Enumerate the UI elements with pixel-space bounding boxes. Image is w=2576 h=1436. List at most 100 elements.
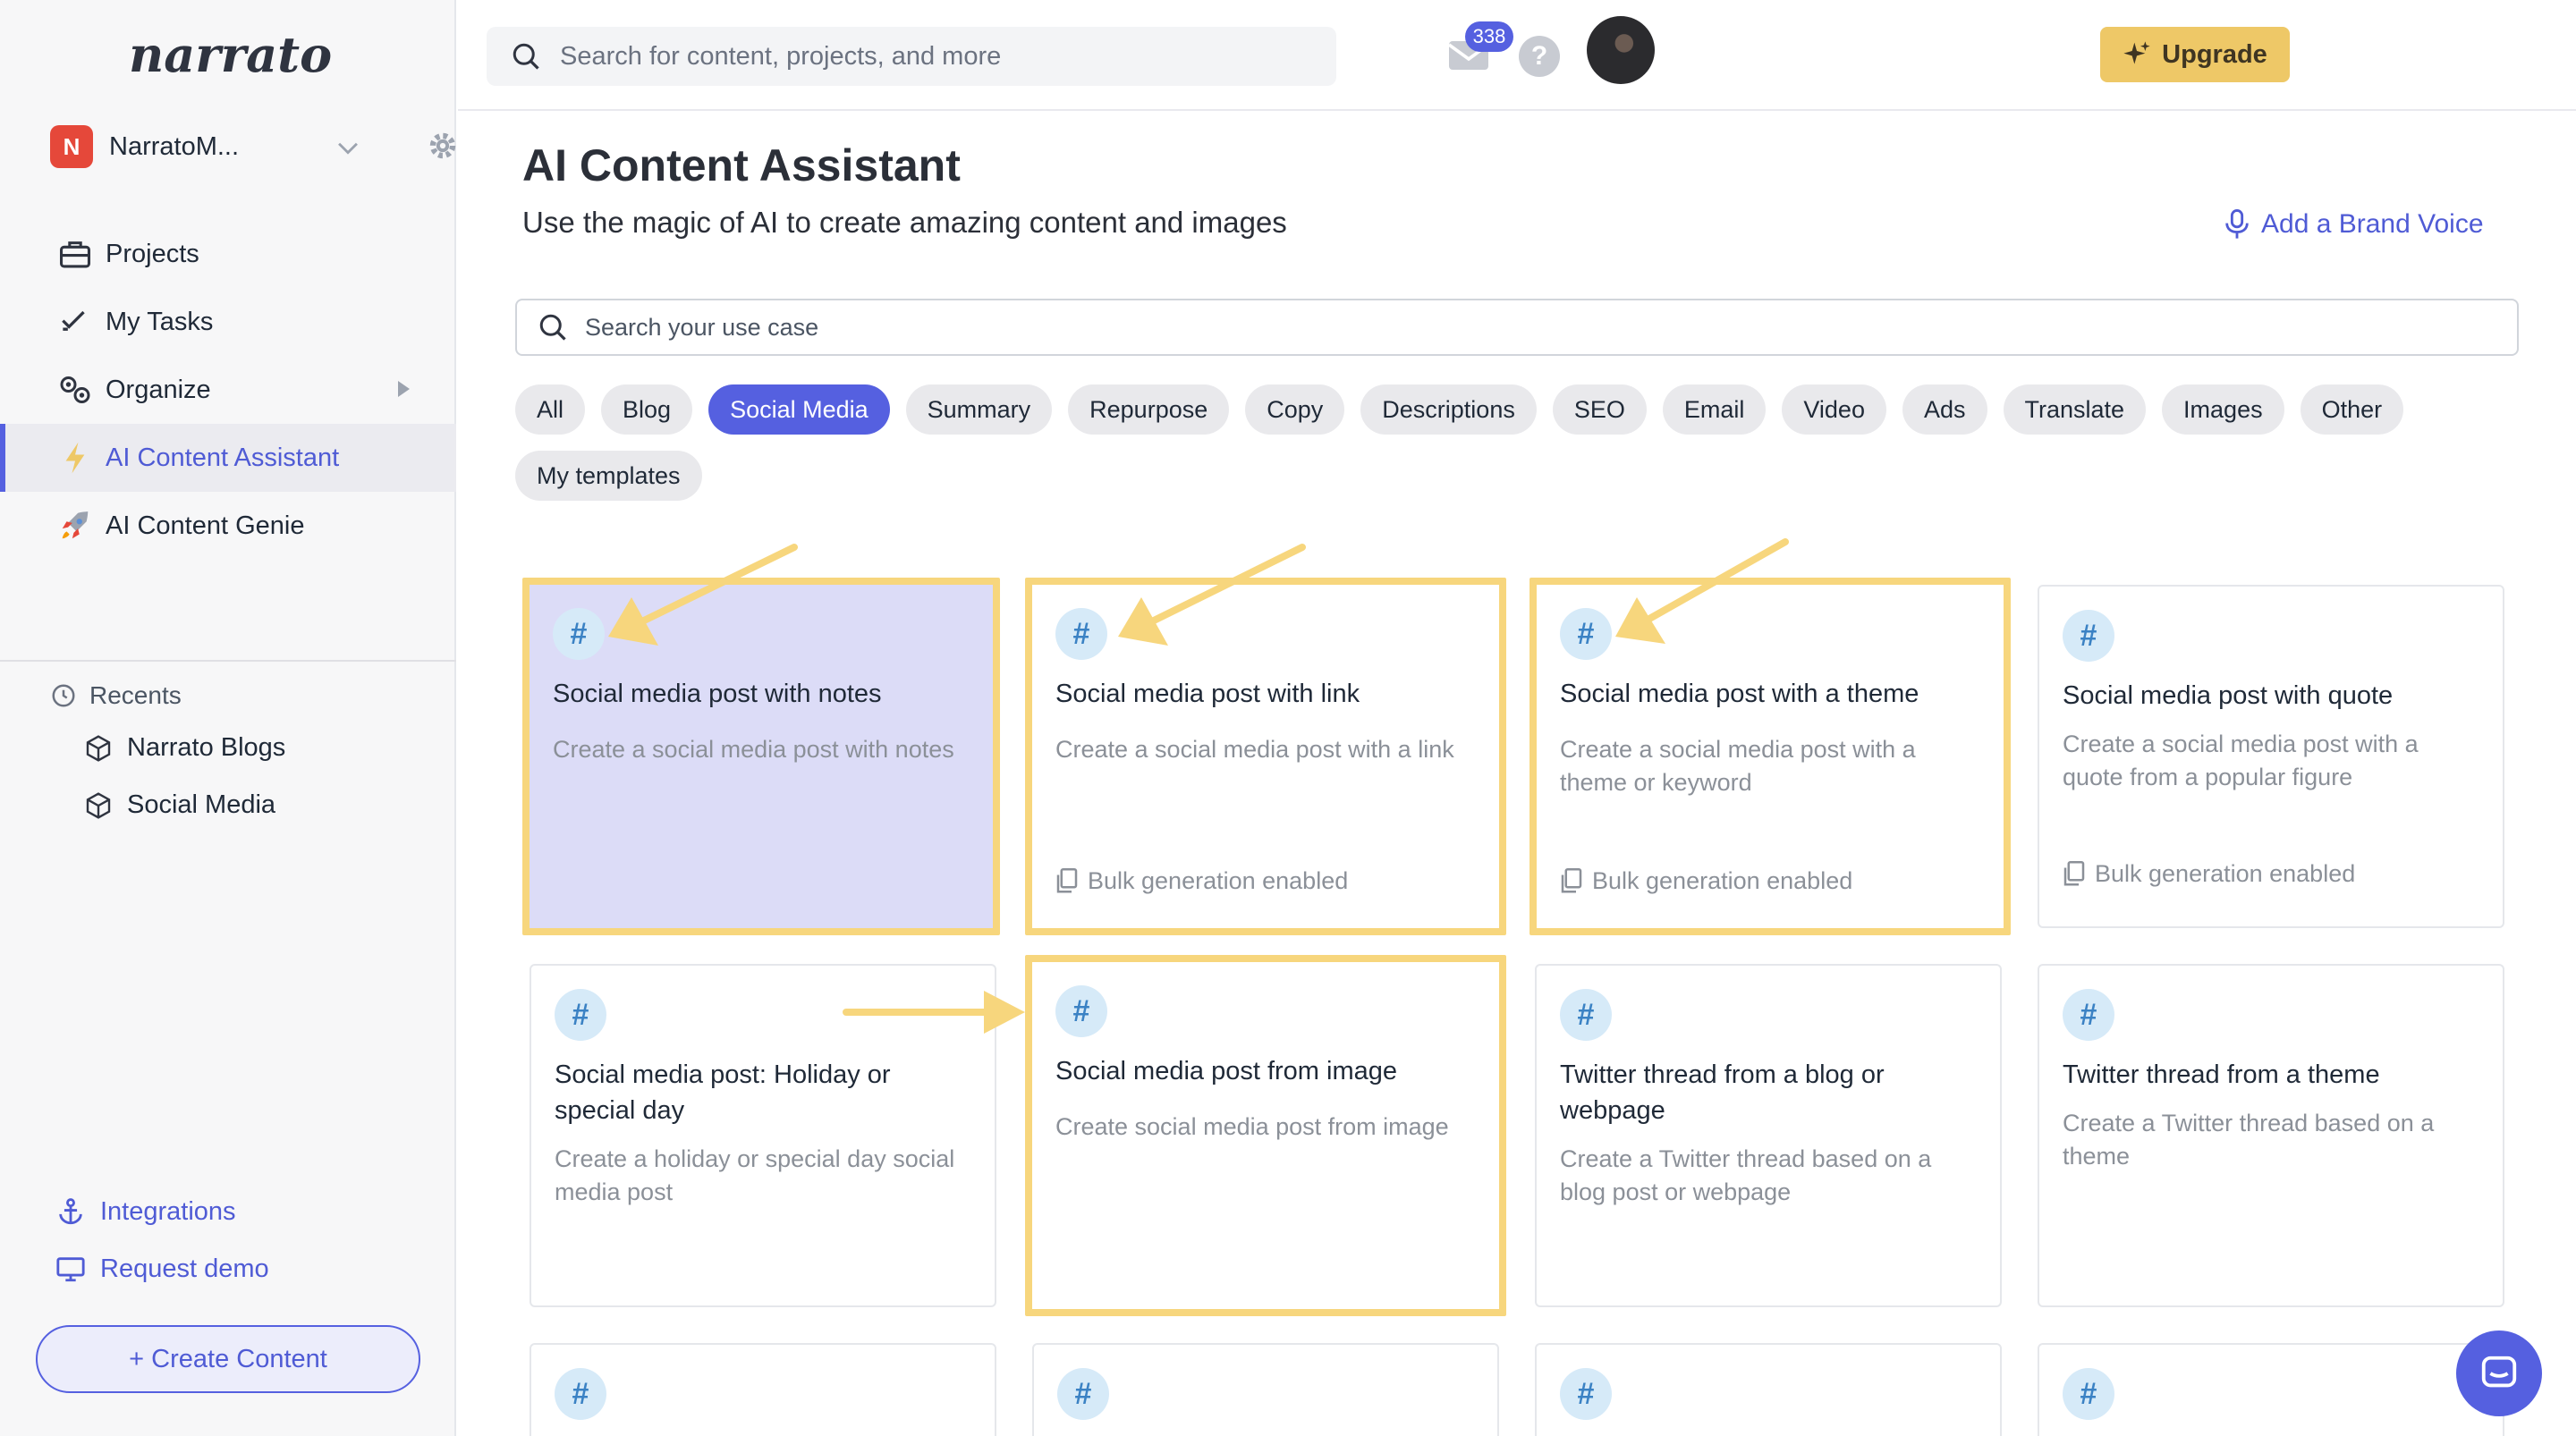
template-card[interactable]: # Social media post from image Create so… bbox=[1025, 955, 1506, 1316]
page-title: AI Content Assistant bbox=[522, 140, 961, 190]
workspace-switcher[interactable]: N NarratoM... bbox=[50, 125, 456, 168]
bulk-generation-label: Bulk generation enabled bbox=[1560, 867, 1852, 895]
card-title: Twitter thread from a blog or webpage bbox=[1560, 1060, 1885, 1125]
chip-my-templates[interactable]: My templates bbox=[515, 451, 702, 501]
template-card[interactable]: # bbox=[1535, 1343, 2002, 1436]
card-title: Social media post with notes bbox=[553, 680, 882, 708]
global-search[interactable] bbox=[487, 27, 1336, 86]
chip-ads[interactable]: Ads bbox=[1902, 384, 1987, 435]
chip-seo[interactable]: SEO bbox=[1552, 384, 1647, 435]
microphone-icon bbox=[2225, 209, 2249, 239]
recent-item-label: Narrato Blogs bbox=[127, 733, 286, 762]
chip-translate[interactable]: Translate bbox=[2003, 384, 2147, 435]
search-icon bbox=[539, 314, 566, 341]
sidebar-item-organize[interactable]: Organize bbox=[0, 356, 456, 424]
rocket-icon bbox=[57, 508, 93, 544]
sidebar-item-label: My Tasks bbox=[106, 307, 214, 336]
sidebar-item-label: Organize bbox=[106, 375, 211, 404]
chip-summary[interactable]: Summary bbox=[905, 384, 1053, 435]
copy-icon bbox=[2063, 860, 2085, 885]
template-card[interactable]: # Social media post: Holiday or special … bbox=[530, 964, 996, 1307]
recents-heading: Recents bbox=[50, 681, 182, 710]
bulk-label-text: Bulk generation enabled bbox=[1592, 867, 1853, 894]
sidebar-item-my-tasks[interactable]: My Tasks bbox=[0, 288, 456, 356]
hashtag-icon: # bbox=[1057, 1368, 1109, 1420]
template-card[interactable]: # bbox=[530, 1343, 996, 1436]
global-search-input[interactable] bbox=[560, 41, 1275, 72]
copy-icon bbox=[1561, 867, 1582, 892]
recent-item-social-media[interactable]: Social Media bbox=[84, 790, 275, 820]
top-bar: Upgrade 338 ? bbox=[458, 0, 2576, 111]
sidebar: narrato N NarratoM... Projects My Tasks … bbox=[0, 0, 456, 1436]
chip-email[interactable]: Email bbox=[1662, 384, 1767, 435]
lightning-icon bbox=[57, 440, 93, 476]
chip-copy[interactable]: Copy bbox=[1245, 384, 1345, 435]
template-card[interactable]: # Twitter thread from a theme Create a T… bbox=[2038, 964, 2504, 1307]
hashtag-icon: # bbox=[2063, 1368, 2114, 1420]
chip-video[interactable]: Video bbox=[1782, 384, 1886, 435]
sidebar-item-ai-content-assistant[interactable]: AI Content Assistant bbox=[0, 424, 456, 492]
copy-icon bbox=[1056, 867, 1078, 892]
chip-other[interactable]: Other bbox=[2300, 384, 2404, 435]
card-description: Create a social media post with a link bbox=[1055, 736, 1454, 763]
template-card[interactable]: # Twitter thread from a blog or webpage … bbox=[1535, 964, 2002, 1307]
workspace-avatar: N bbox=[50, 125, 93, 168]
template-card[interactable]: # bbox=[1032, 1343, 1499, 1436]
hashtag-icon: # bbox=[553, 608, 605, 660]
hashtag-icon: # bbox=[1560, 989, 1612, 1041]
narrato-logo[interactable]: narrato bbox=[123, 20, 338, 91]
template-card[interactable]: # Social media post with link Create a s… bbox=[1025, 578, 1506, 935]
recent-item-label: Social Media bbox=[127, 790, 276, 819]
hashtag-icon: # bbox=[1560, 608, 1612, 660]
sidebar-item-projects[interactable]: Projects bbox=[0, 220, 456, 288]
create-content-button[interactable]: + Create Content bbox=[36, 1325, 420, 1393]
gear-icon[interactable] bbox=[426, 129, 460, 163]
upgrade-button[interactable]: Upgrade bbox=[2100, 27, 2290, 82]
card-description: Create a social media post with notes bbox=[553, 736, 954, 763]
integrations-link[interactable]: Integrations bbox=[55, 1196, 236, 1227]
chip-descriptions[interactable]: Descriptions bbox=[1360, 384, 1537, 435]
hashtag-icon: # bbox=[555, 1368, 606, 1420]
chat-support-button[interactable] bbox=[2456, 1330, 2542, 1416]
caret-right-icon[interactable] bbox=[398, 381, 410, 397]
integrations-label: Integrations bbox=[100, 1196, 236, 1226]
sidebar-item-label: Projects bbox=[106, 239, 199, 268]
add-brand-voice-link[interactable]: Add a Brand Voice bbox=[2224, 209, 2484, 240]
template-card[interactable]: # Social media post with notes Create a … bbox=[522, 578, 1000, 935]
chip-images[interactable]: Images bbox=[2162, 384, 2284, 435]
cube-icon bbox=[86, 791, 111, 819]
category-filter-chips: All Blog Social Media Summary Repurpose … bbox=[515, 384, 2537, 501]
template-card[interactable]: # bbox=[2038, 1343, 2504, 1436]
card-title: Social media post with quote bbox=[2063, 681, 2394, 710]
bulk-generation-label: Bulk generation enabled bbox=[2063, 860, 2355, 888]
cube-icon bbox=[86, 734, 111, 762]
card-description: Create a social media post with a theme … bbox=[1560, 736, 1916, 796]
chevron-down-icon[interactable] bbox=[333, 132, 363, 163]
template-card[interactable]: # Social media post with quote Create a … bbox=[2038, 585, 2504, 928]
template-card[interactable]: # Social media post with a theme Create … bbox=[1530, 578, 2011, 935]
sidebar-nav: Projects My Tasks Organize AI Content As… bbox=[0, 220, 456, 560]
recent-item-narrato-blogs[interactable]: Narrato Blogs bbox=[84, 733, 285, 763]
chip-social-media[interactable]: Social Media bbox=[708, 384, 890, 435]
card-title: Twitter thread from a theme bbox=[2063, 1060, 2380, 1089]
user-avatar[interactable] bbox=[1587, 16, 1655, 84]
add-brand-voice-label: Add a Brand Voice bbox=[2261, 209, 2484, 239]
sidebar-item-ai-content-genie[interactable]: AI Content Genie bbox=[0, 492, 456, 560]
logo-text: narrato bbox=[129, 26, 332, 83]
chip-all[interactable]: All bbox=[515, 384, 586, 435]
sparkle-icon bbox=[2123, 41, 2150, 64]
bulk-generation-label: Bulk generation enabled bbox=[1055, 867, 1348, 895]
use-case-search-input[interactable] bbox=[585, 313, 2284, 342]
card-description: Create a Twitter thread based on a blog … bbox=[1560, 1145, 1932, 1205]
help-icon[interactable]: ? bbox=[1519, 36, 1560, 77]
card-title: Social media post from image bbox=[1055, 1057, 1397, 1085]
use-case-search[interactable] bbox=[515, 299, 2519, 356]
chip-repurpose[interactable]: Repurpose bbox=[1068, 384, 1230, 435]
chip-blog[interactable]: Blog bbox=[601, 384, 693, 435]
card-title: Social media post with a theme bbox=[1560, 680, 1919, 708]
request-demo-link[interactable]: Request demo bbox=[55, 1254, 269, 1284]
card-description: Create social media post from image bbox=[1055, 1113, 1449, 1140]
hashtag-icon: # bbox=[555, 989, 606, 1041]
checkmark-icon bbox=[57, 304, 93, 340]
page-subtitle: Use the magic of AI to create amazing co… bbox=[522, 206, 1287, 239]
